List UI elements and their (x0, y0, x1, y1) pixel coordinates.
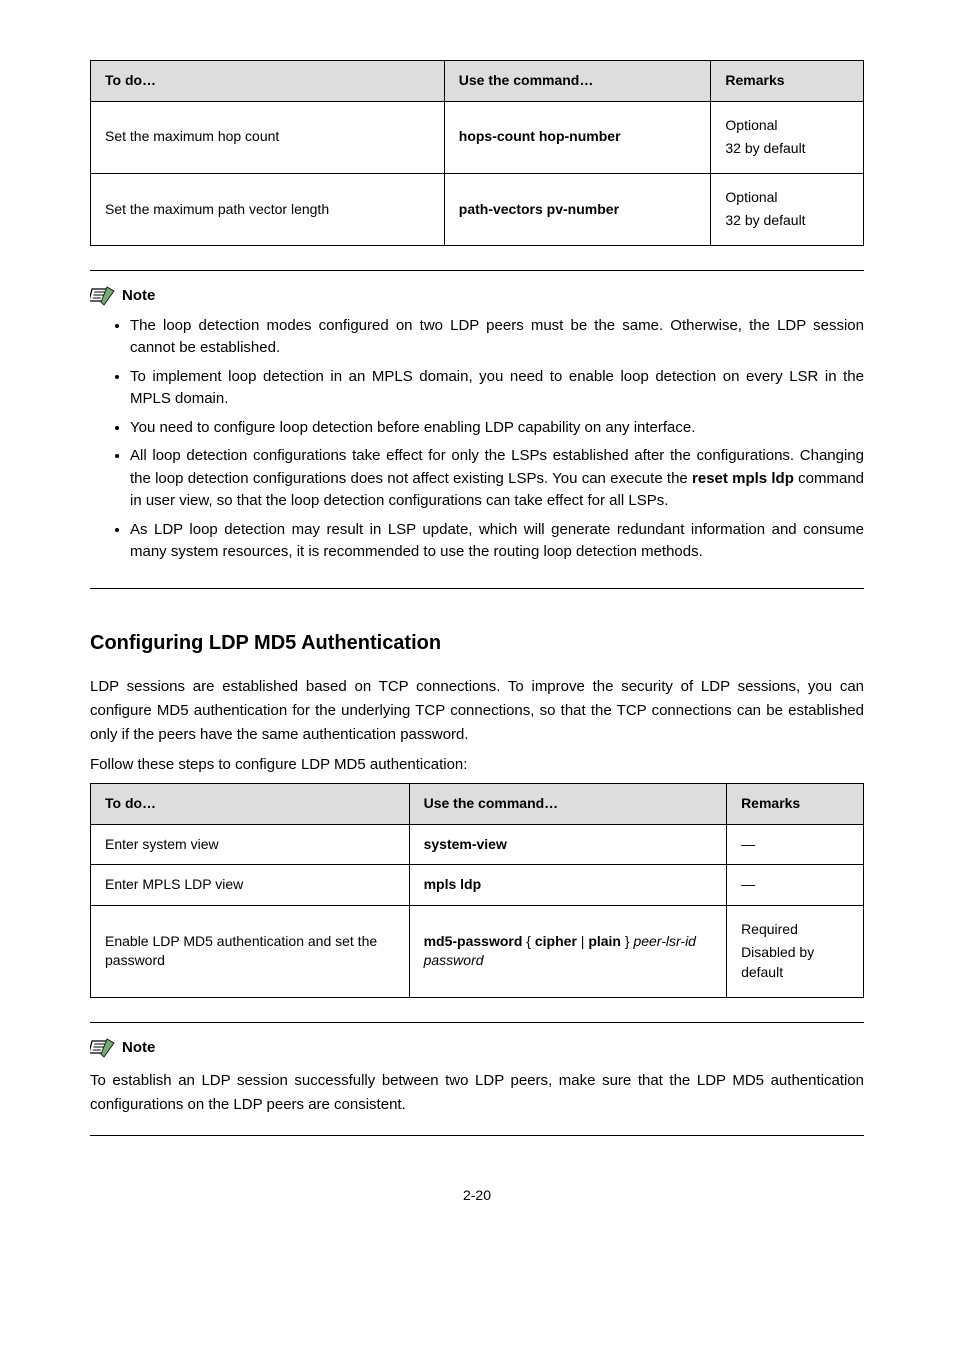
t2-r0-c2: — (727, 824, 864, 865)
table-row: Set the maximum path vector length path-… (91, 173, 864, 245)
page-number: 2-20 (90, 1186, 864, 1206)
table-row: Set the maximum hop count hops-count hop… (91, 101, 864, 173)
note-paragraph: To establish an LDP session successfully… (90, 1069, 864, 1117)
t2-h0: To do… (91, 783, 410, 824)
t2-r1-c2: — (727, 865, 864, 906)
note-list: The loop detection modes configured on t… (90, 315, 864, 564)
note-block: Note The loop detection modes configured… (90, 270, 864, 589)
t2-r1-c1: mpls ldp (409, 865, 726, 906)
t2-r2-c0: Enable LDP MD5 authentication and set th… (91, 905, 410, 997)
list-item: As LDP loop detection may result in LSP … (130, 519, 864, 564)
section-heading: Configuring LDP MD5 Authentication (90, 629, 864, 657)
list-item: The loop detection modes configured on t… (130, 315, 864, 360)
t2-r0-c0: Enter system view (91, 824, 410, 865)
t2-h1: Use the command… (409, 783, 726, 824)
t1-r0-c1: hops-count hop-number (444, 101, 711, 173)
list-item: All loop detection configurations take e… (130, 445, 864, 513)
t2-r2-c2: Required Disabled by default (727, 905, 864, 997)
note-label: Note (122, 285, 155, 306)
t2-r0-c1: system-view (409, 824, 726, 865)
note-icon (90, 1037, 116, 1059)
t1-h1: Use the command… (444, 61, 711, 102)
list-item: To implement loop detection in an MPLS d… (130, 366, 864, 411)
t2-r1-c0: Enter MPLS LDP view (91, 865, 410, 906)
t2-r2-c1: md5-password { cipher | plain } peer-lsr… (409, 905, 726, 997)
t2-h2: Remarks (727, 783, 864, 824)
t1-r0-c0: Set the maximum hop count (91, 101, 445, 173)
body-paragraph: LDP sessions are established based on TC… (90, 675, 864, 747)
t1-h2: Remarks (711, 61, 864, 102)
table-row: Enable LDP MD5 authentication and set th… (91, 905, 864, 997)
t1-h0: To do… (91, 61, 445, 102)
t1-r1-c1: path-vectors pv-number (444, 173, 711, 245)
note-icon (90, 285, 116, 307)
md5-auth-table: To do… Use the command… Remarks Enter sy… (90, 783, 864, 998)
note-block: Note To establish an LDP session success… (90, 1022, 864, 1136)
t1-r0-c2: Optional 32 by default (711, 101, 864, 173)
table-row: Enter system view system-view — (91, 824, 864, 865)
t1-r1-c2: Optional 32 by default (711, 173, 864, 245)
table-row: Enter MPLS LDP view mpls ldp — (91, 865, 864, 906)
hop-path-table: To do… Use the command… Remarks Set the … (90, 60, 864, 246)
list-item: You need to configure loop detection bef… (130, 417, 864, 440)
body-paragraph: Follow these steps to configure LDP MD5 … (90, 753, 864, 777)
note-label: Note (122, 1037, 155, 1058)
t1-r1-c0: Set the maximum path vector length (91, 173, 445, 245)
